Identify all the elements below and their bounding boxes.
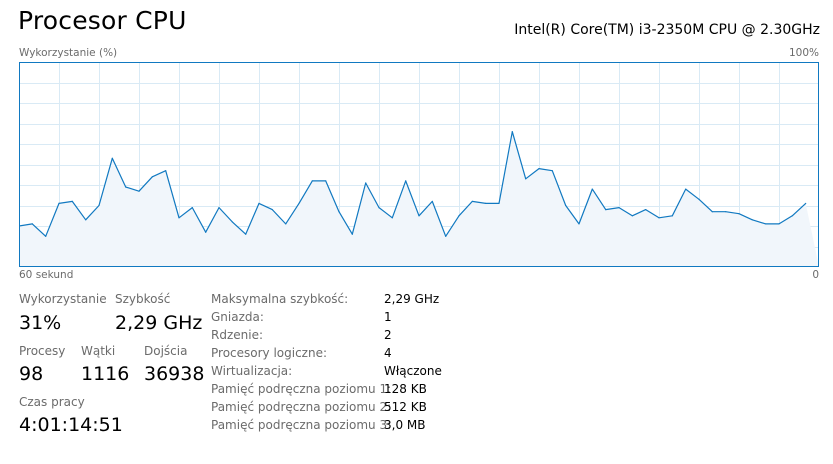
cores-key: Rdzenie: <box>211 328 264 342</box>
max-speed-value: 2,29 GHz <box>384 292 440 306</box>
virtualization-value: Włączone <box>384 364 442 378</box>
max-speed-key: Maksymalna szybkość: <box>211 292 349 306</box>
speed-value: 2,29 GHz <box>115 312 203 334</box>
utilization-label: Wykorzystanie <box>19 292 107 306</box>
uptime-label: Czas pracy <box>19 395 85 409</box>
l3-cache-value: 3,0 MB <box>384 418 426 432</box>
threads-value: 1116 <box>81 363 130 385</box>
utilization-value: 31% <box>19 312 62 334</box>
cpu-model-name: Intel(R) Core(TM) i3-2350M CPU @ 2.30GHz <box>514 22 820 38</box>
graph-x-axis-end-label: 0 <box>812 269 819 281</box>
sockets-key: Gniazda: <box>211 310 264 324</box>
processes-label: Procesy <box>19 344 66 358</box>
logical-processors-value: 4 <box>384 346 392 360</box>
speed-label: Szybkość <box>115 292 171 306</box>
cpu-usage-graph <box>19 62 819 267</box>
logical-processors-key: Procesory logiczne: <box>211 346 328 360</box>
l2-cache-key: Pamięć podręczna poziomu 2: <box>211 400 392 414</box>
virtualization-key: Wirtualizacja: <box>211 364 293 378</box>
l1-cache-key: Pamięć podręczna poziomu 1: <box>211 382 392 396</box>
sockets-value: 1 <box>384 310 392 324</box>
cores-value: 2 <box>384 328 392 342</box>
handles-label: Dojścia <box>144 344 188 358</box>
page-title: Procesor CPU <box>18 6 187 35</box>
l3-cache-key: Pamięć podręczna poziomu 3: <box>211 418 392 432</box>
l1-cache-value: 128 KB <box>384 382 427 396</box>
processes-value: 98 <box>19 363 44 385</box>
l2-cache-value: 512 KB <box>384 400 427 414</box>
uptime-value: 4:01:14:51 <box>19 414 123 436</box>
cpu-usage-chart-svg <box>19 62 819 267</box>
graph-y-axis-label: Wykorzystanie (%) <box>19 47 118 59</box>
graph-x-axis-start-label: 60 sekund <box>19 269 74 281</box>
graph-y-max-label: 100% <box>788 47 819 59</box>
threads-label: Wątki <box>81 344 116 358</box>
handles-value: 36938 <box>144 363 205 385</box>
